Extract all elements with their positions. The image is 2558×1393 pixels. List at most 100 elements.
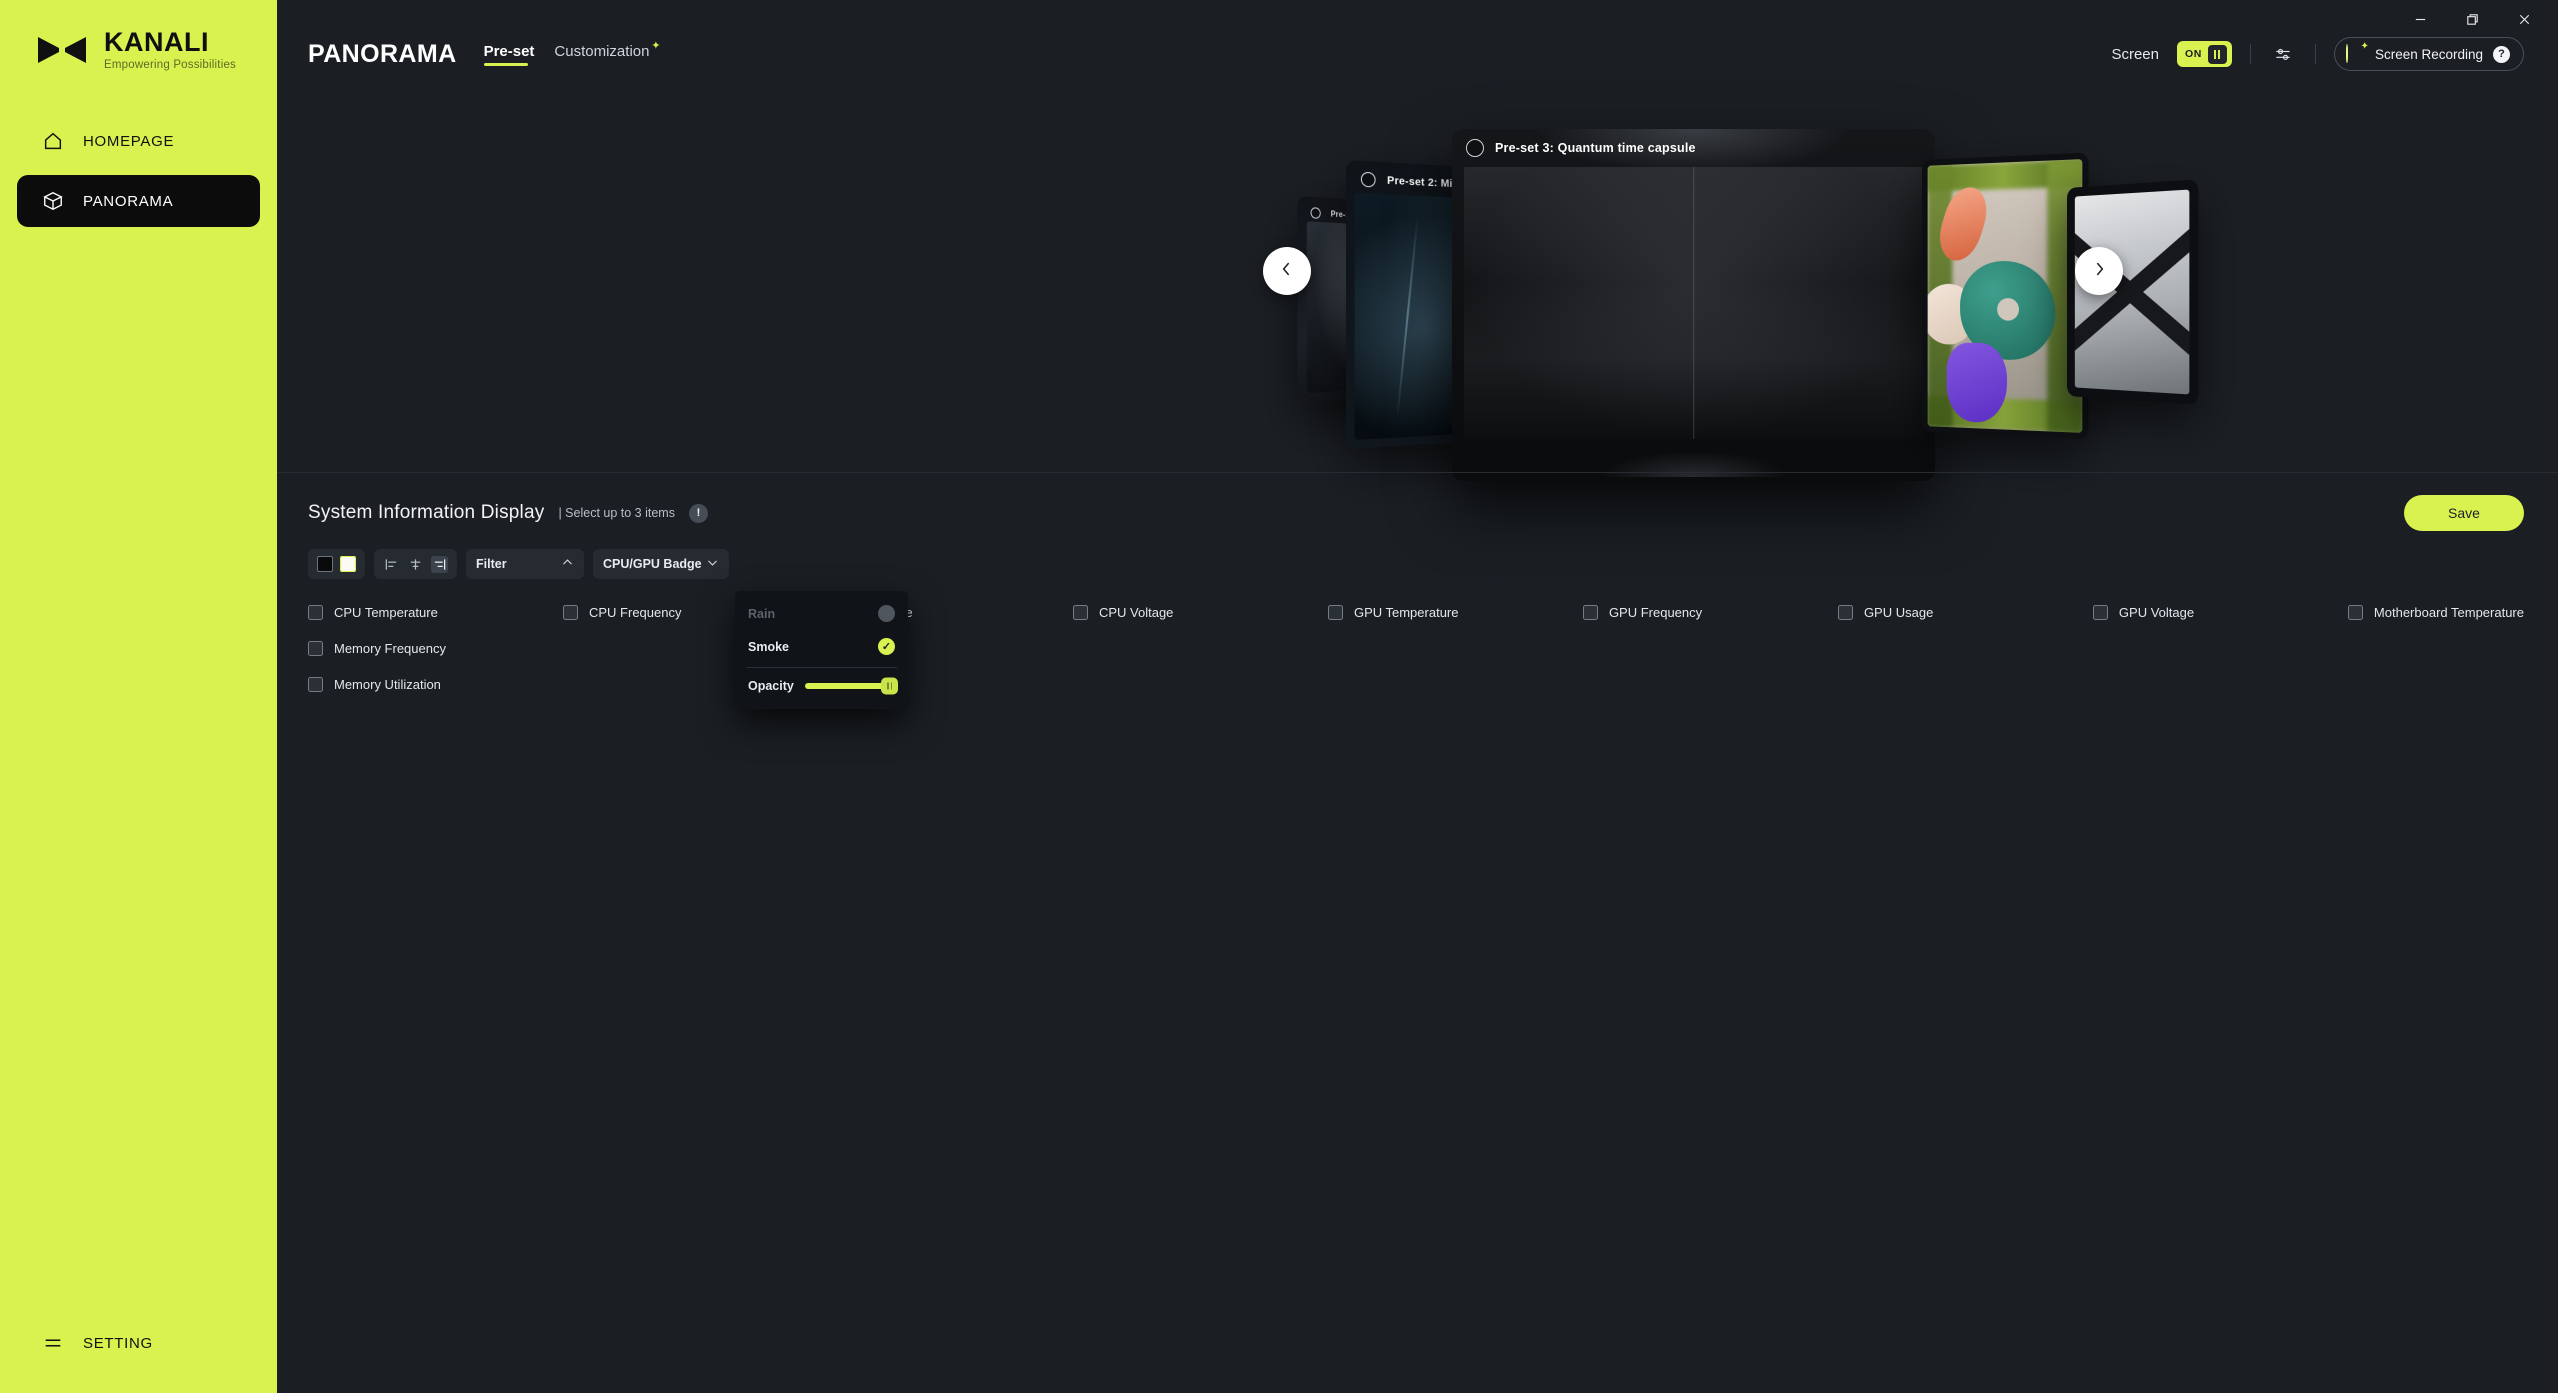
checkbox-label: Memory Utilization (334, 677, 441, 692)
preset-carousel: Pre-set 1: Cooling delivery Pre-set 2: M… (277, 86, 2558, 481)
sidebar-item-panorama[interactable]: PANORAMA (17, 175, 260, 228)
cpu-gpu-badge-label: CPU/GPU Badge (603, 557, 702, 571)
checkbox-box[interactable] (1582, 605, 1598, 620)
page-title: PANORAMA (308, 39, 457, 68)
align-center-icon[interactable] (407, 556, 424, 573)
sidebar-item-label: HOMEPAGE (83, 132, 175, 150)
filter-popup: Rain Smoke ✓ Opacity (735, 591, 908, 709)
align-right-icon[interactable] (431, 555, 448, 573)
checkbox-box[interactable] (1072, 605, 1088, 620)
opacity-label: Opacity (748, 679, 794, 693)
preset-card-active[interactable]: Pre-set 3: Quantum time capsule (1452, 129, 1935, 481)
filter-dropdown-label: Filter (476, 557, 507, 571)
page-header: PANORAMA Pre-set Customization ✦ Screen … (277, 0, 2558, 82)
checkbox-label: Memory Frequency (334, 641, 446, 656)
checkbox-gpu-temperature[interactable]: GPU Temperature (1327, 605, 1583, 620)
hamburger-icon (41, 1331, 65, 1355)
swatch-black[interactable] (317, 556, 333, 572)
panel-header: System Information Display | Select up t… (308, 495, 2524, 531)
checkbox-cpu-voltage[interactable]: CPU Voltage (1072, 605, 1328, 620)
header-actions: Screen ON ✦ Screen Recording ? (2111, 37, 2524, 71)
checkbox-label: CPU Frequency (588, 605, 682, 620)
filter-option-label: Smoke (748, 639, 789, 654)
carousel-next-button[interactable] (2075, 247, 2123, 295)
checkbox-box[interactable] (308, 641, 323, 656)
opacity-slider-handle[interactable] (881, 677, 898, 695)
checkbox-gpu-frequency[interactable]: GPU Frequency (1582, 605, 1838, 620)
preset-card[interactable] (1922, 152, 2089, 440)
tab-customization[interactable]: Customization ✦ (554, 40, 660, 66)
app-window: KANALI Empowering Possibilities HOMEPAGE (0, 0, 2558, 1393)
filter-option-label: Rain (748, 606, 776, 621)
filter-option-rain[interactable]: Rain (735, 597, 908, 630)
chevron-down-icon (706, 556, 719, 572)
checkbox-box[interactable] (308, 605, 323, 620)
checkbox-box[interactable] (2092, 605, 2108, 620)
sidebar-item-homepage[interactable]: HOMEPAGE (17, 115, 260, 167)
info-icon[interactable]: ! (688, 503, 708, 523)
check-icon[interactable]: ✓ (878, 638, 895, 655)
divider (2249, 44, 2251, 64)
chevron-up-icon (561, 556, 574, 572)
checkbox-cpu-temperature[interactable]: CPU Temperature (308, 605, 563, 620)
preset-radio[interactable] (1360, 171, 1376, 188)
checkbox-box[interactable] (1837, 605, 1853, 620)
screen-label: Screen (2111, 45, 2159, 63)
swatch-white[interactable] (340, 556, 356, 572)
checkbox-box[interactable] (562, 605, 578, 620)
cpu-gpu-badge-dropdown[interactable]: CPU/GPU Badge (593, 549, 729, 579)
screen-toggle[interactable]: ON (2176, 41, 2232, 67)
bowtie-logo-icon (36, 33, 88, 67)
brand: KANALI Empowering Possibilities (0, 0, 277, 71)
opacity-slider[interactable] (804, 677, 898, 695)
opacity-slider-row: Opacity (735, 673, 908, 699)
divider (2314, 44, 2316, 64)
minimize-icon[interactable] (2394, 1, 2446, 37)
sliders-icon[interactable] (2269, 40, 2297, 68)
align-left-icon[interactable] (383, 556, 400, 573)
screen-recording-label: Screen Recording (2374, 46, 2483, 62)
sidebar-item-setting[interactable]: SETTING (17, 1321, 153, 1365)
checkbox-box[interactable] (1327, 605, 1343, 620)
radio-unselected-icon[interactable] (878, 605, 895, 622)
main-content: PANORAMA Pre-set Customization ✦ Screen … (277, 0, 2558, 1393)
checkbox-memory-frequency[interactable]: Memory Frequency (308, 641, 563, 656)
preset-radio[interactable] (1466, 139, 1484, 157)
brand-name: KANALI (104, 27, 209, 57)
tab-customization-label: Customization (554, 42, 650, 60)
checkbox-memory-utilization[interactable]: Memory Utilization (308, 677, 563, 692)
preset-preview-art (1464, 167, 1923, 439)
home-icon (41, 129, 65, 153)
close-icon[interactable] (2498, 1, 2550, 37)
brand-tagline: Empowering Possibilities (104, 59, 236, 72)
checkbox-gpu-usage[interactable]: GPU Usage (1837, 605, 2093, 620)
checkbox-box[interactable] (2347, 605, 2363, 620)
tab-preset[interactable]: Pre-set (483, 43, 534, 66)
panel-title: System Information Display (308, 502, 545, 523)
filter-dropdown[interactable]: Filter (466, 549, 584, 579)
record-icon: ✦ (2345, 41, 2369, 64)
save-button[interactable]: Save (2404, 495, 2524, 531)
checkbox-motherboard-temperature[interactable]: Motherboard Temperature (2347, 605, 2524, 620)
tab-bar: Pre-set Customization ✦ (483, 40, 660, 66)
sidebar-nav: HOMEPAGE PANORAMA (0, 115, 277, 228)
checkbox-label: GPU Temperature (1353, 605, 1459, 620)
sidebar: KANALI Empowering Possibilities HOMEPAGE (0, 0, 277, 1393)
window-controls (2394, 0, 2558, 38)
preset-card-label: Pre-set 3: Quantum time capsule (1495, 141, 1696, 155)
screen-toggle-state: ON (2184, 48, 2202, 60)
panel-subtitle: | Select up to 3 items (558, 506, 675, 520)
chevron-right-icon (2089, 259, 2109, 284)
checkbox-box[interactable] (308, 677, 323, 692)
help-icon[interactable]: ? (2493, 45, 2510, 63)
system-info-panel: System Information Display | Select up t… (277, 472, 2558, 732)
screen-recording-button[interactable]: ✦ Screen Recording ? (2333, 37, 2524, 71)
carousel-prev-button[interactable] (1263, 247, 1311, 295)
checkbox-gpu-voltage[interactable]: GPU Voltage (2092, 605, 2348, 620)
metric-checkbox-grid: CPU Temperature CPU Frequency CPU Usage … (308, 605, 2524, 732)
restore-icon[interactable] (2446, 1, 2498, 37)
preset-radio[interactable] (1310, 207, 1321, 219)
pause-icon (2207, 44, 2227, 64)
filter-option-smoke[interactable]: Smoke ✓ (735, 630, 908, 663)
divider (746, 667, 897, 668)
